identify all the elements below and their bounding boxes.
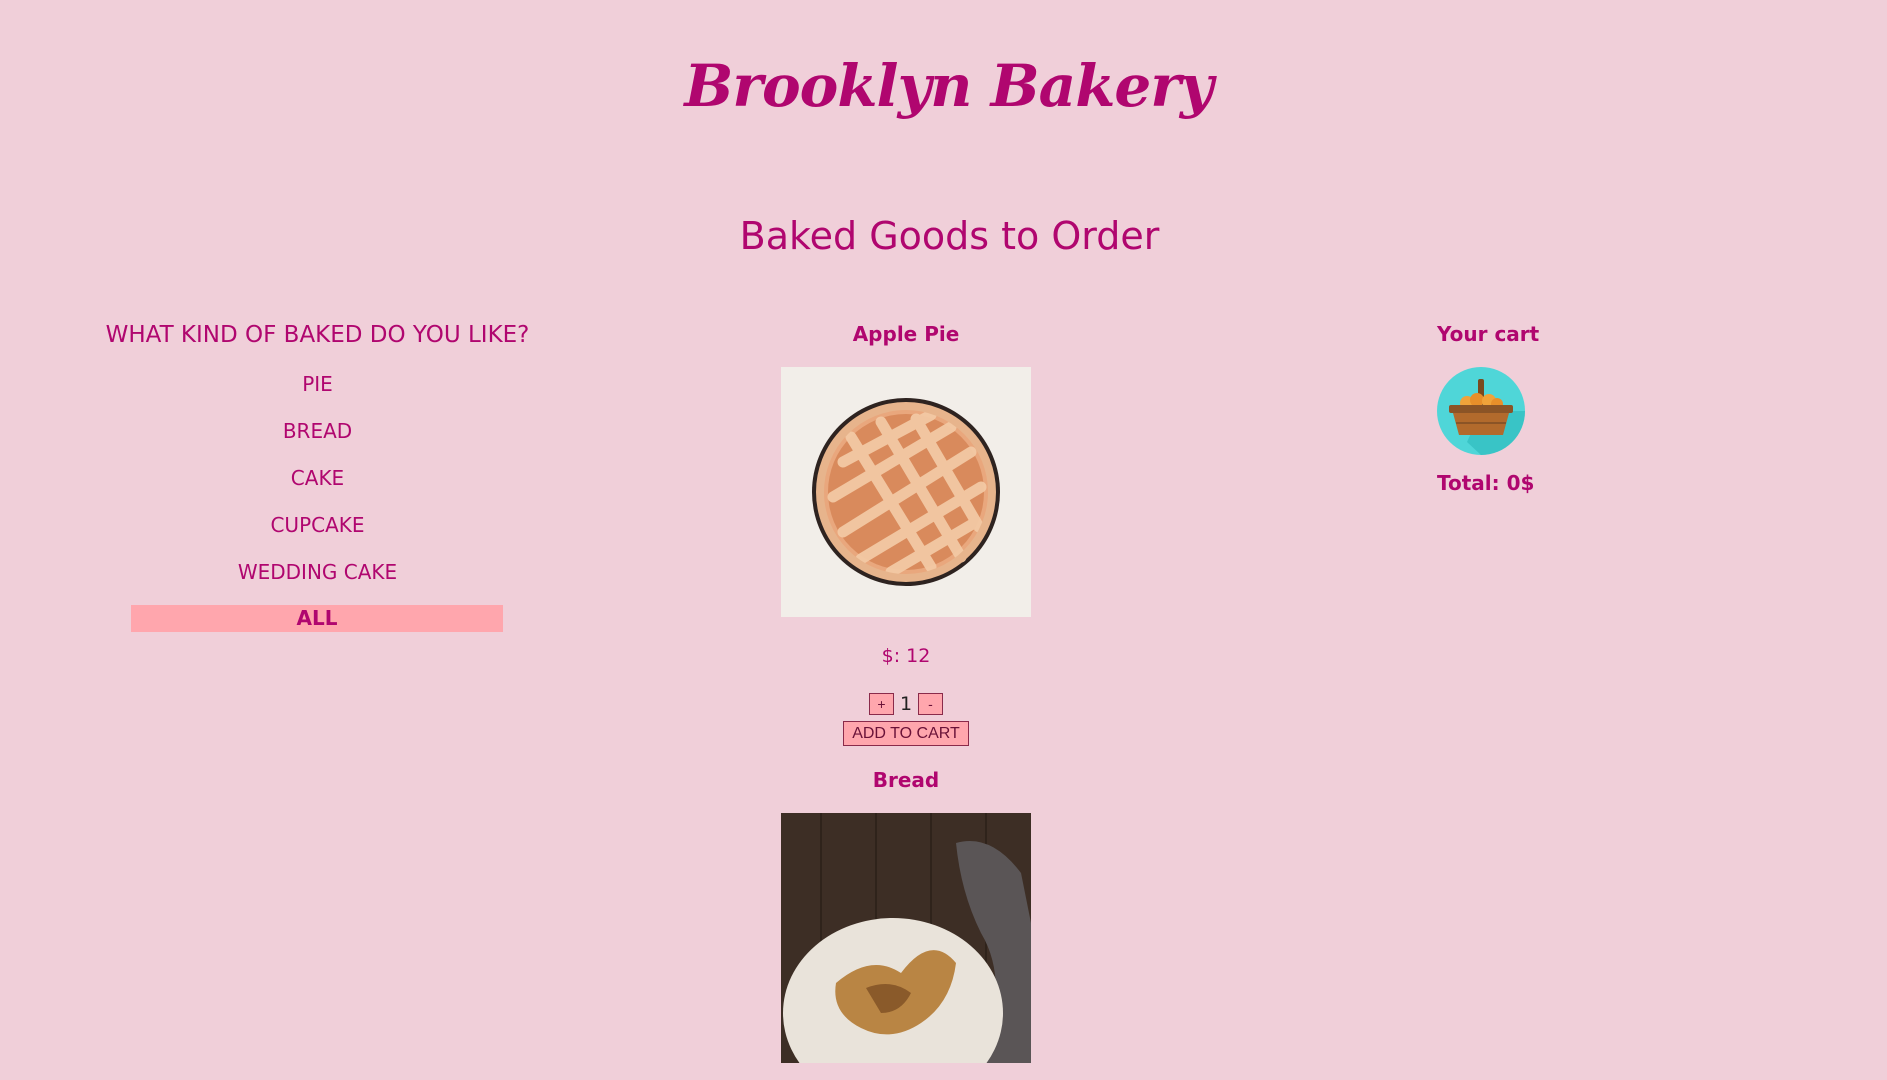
category-cake[interactable]: CAKE <box>100 464 535 511</box>
bread-image <box>781 813 1031 1063</box>
bread-illustration <box>781 813 1031 1063</box>
product-name: Bread <box>872 768 940 792</box>
cart-title: Your cart <box>1437 322 1540 346</box>
apple-pie-image <box>781 367 1031 617</box>
quantity-stepper: + 1 - <box>780 691 1032 717</box>
page: Brooklyn Bakery Baked Goods to Order WHA… <box>0 0 1887 1080</box>
category-cupcake[interactable]: CUPCAKE <box>100 511 535 558</box>
apple-pie-illustration <box>781 367 1031 617</box>
category-bread[interactable]: BREAD <box>100 417 535 464</box>
basket-icon[interactable] <box>1437 367 1525 455</box>
category-all[interactable]: ALL <box>131 605 503 632</box>
page-title: Baked Goods to Order <box>739 214 1160 258</box>
category-sidebar: WHAT KIND OF BAKED DO YOU LIKE? PIE BREA… <box>100 322 535 632</box>
decrease-quantity-button[interactable]: - <box>918 693 943 715</box>
category-pie[interactable]: PIE <box>100 370 535 417</box>
product-card: Bread <box>780 766 1032 1063</box>
quantity-value: 1 <box>900 693 913 715</box>
sidebar-heading: WHAT KIND OF BAKED DO YOU LIKE? <box>105 322 530 348</box>
increase-quantity-button[interactable]: + <box>869 693 894 715</box>
cart-total: Total: 0$ <box>1437 471 1535 495</box>
product-card: Apple Pie $: 12 + 1 - ADD TO CART <box>780 320 1032 746</box>
product-price: $: 12 <box>881 645 931 667</box>
add-to-cart-button[interactable]: ADD TO CART <box>843 721 969 746</box>
logo[interactable]: Brooklyn Bakery <box>0 52 1887 120</box>
product-name: Apple Pie <box>852 322 960 346</box>
cart-panel: Your cart Total: 0$ <box>1437 320 1657 495</box>
product-list: Apple Pie $: 12 + 1 - ADD TO CART Bread <box>780 320 1032 1063</box>
category-wedding-cake[interactable]: WEDDING CAKE <box>100 558 535 605</box>
